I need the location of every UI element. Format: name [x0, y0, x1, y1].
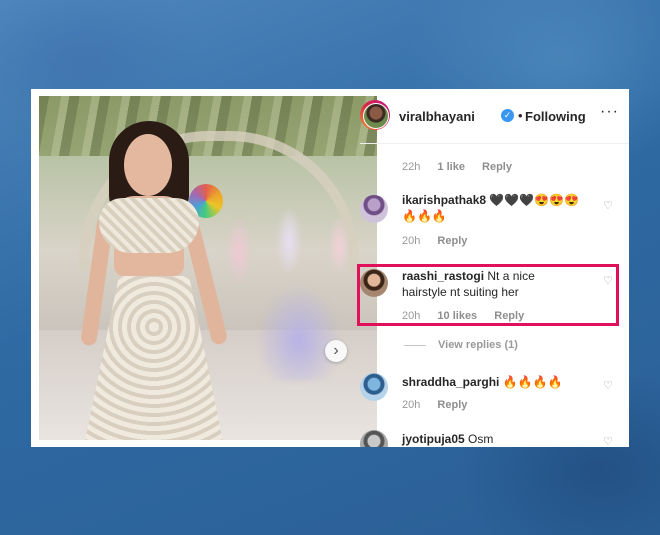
comment-meta: 22h 1 like Reply: [402, 161, 526, 173]
separator-dot: •: [518, 108, 523, 123]
following-button[interactable]: Following: [525, 109, 586, 124]
background-models: [209, 191, 377, 381]
heart-icon[interactable]: ♡: [603, 379, 613, 392]
post-header: viralbhayani ✓ • Following ···: [360, 89, 629, 144]
reply-button[interactable]: Reply: [437, 235, 467, 247]
comment-body: shraddha_parghi 🔥🔥🔥🔥: [402, 374, 592, 390]
heart-icon[interactable]: ♡: [603, 199, 613, 212]
verified-badge-icon: ✓: [501, 109, 514, 122]
comment-username[interactable]: shraddha_parghi: [402, 375, 499, 389]
comment-text: Osm: [468, 432, 494, 446]
view-replies-button[interactable]: View replies (1): [404, 339, 518, 351]
comment-item: shraddha_parghi 🔥🔥🔥🔥 ♡ 20h Reply: [360, 371, 629, 421]
highlight-box: [357, 264, 619, 326]
comment-body: ikarishpathak8 🖤🖤🖤😍😍😍🔥🔥🔥: [402, 192, 592, 224]
comment-time: 22h: [402, 161, 421, 173]
comment-item: jyotipuja05 Osm ♡: [360, 429, 629, 447]
divider: [404, 344, 426, 346]
comment-time: 20h: [402, 399, 421, 411]
post-modal: › viralbhayani ✓ • Following ··· 22h 1 l…: [31, 89, 629, 447]
avatar[interactable]: [360, 195, 388, 223]
avatar[interactable]: [360, 373, 388, 401]
avatar[interactable]: [360, 100, 390, 130]
avatar[interactable]: [360, 430, 388, 447]
comment-meta: 20h Reply: [402, 235, 481, 247]
chevron-right-icon[interactable]: ›: [325, 340, 347, 362]
comment-username[interactable]: jyotipuja05: [402, 432, 465, 446]
comment-item: ikarishpathak8 🖤🖤🖤😍😍😍🔥🔥🔥 ♡ 20h Reply: [360, 192, 629, 252]
reply-button[interactable]: Reply: [482, 161, 512, 173]
heart-icon[interactable]: ♡: [603, 435, 613, 447]
post-image[interactable]: ›: [39, 96, 377, 440]
comment-body: jyotipuja05 Osm: [402, 431, 592, 447]
post-username[interactable]: viralbhayani: [399, 109, 475, 124]
comment-likes[interactable]: 1 like: [437, 161, 465, 173]
comment-username[interactable]: ikarishpathak8: [402, 193, 486, 207]
comment-text: 🔥🔥🔥🔥: [502, 375, 563, 389]
model-figure: [79, 116, 229, 440]
reply-button[interactable]: Reply: [437, 399, 467, 411]
comment-time: 20h: [402, 235, 421, 247]
more-options-icon[interactable]: ···: [600, 103, 619, 121]
comment-meta: 20h Reply: [402, 399, 481, 411]
view-replies-label: View replies (1): [438, 339, 518, 351]
